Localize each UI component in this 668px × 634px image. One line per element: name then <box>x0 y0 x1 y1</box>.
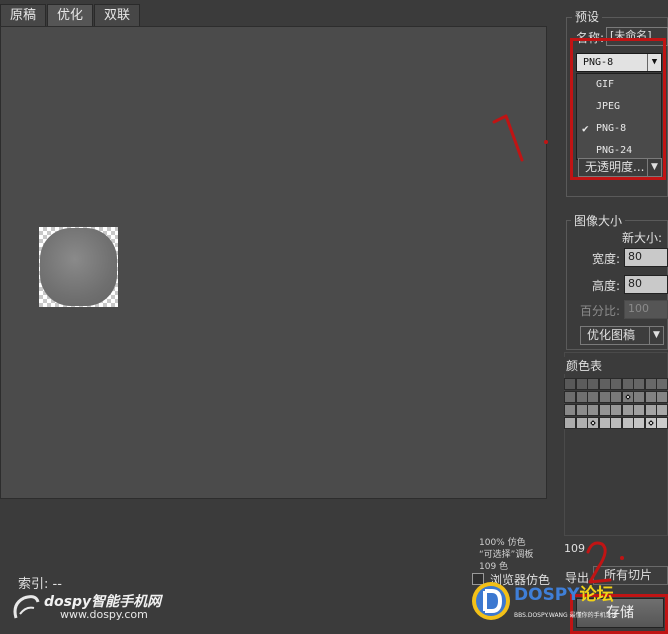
width-label: 宽度: <box>592 252 621 266</box>
optimization-info: 100% 仿色 “可选择”调板 109 色 <box>479 538 533 574</box>
brand-part-b: 论坛 <box>579 585 614 605</box>
color-swatch[interactable] <box>575 417 588 429</box>
color-swatch[interactable] <box>564 391 576 403</box>
color-swatch[interactable] <box>598 378 611 390</box>
quality-value: 优化图稿 <box>587 328 636 342</box>
color-swatch[interactable] <box>587 391 599 403</box>
locked-color-icon <box>624 394 631 400</box>
color-swatch[interactable] <box>587 378 599 390</box>
color-swatch[interactable] <box>564 417 576 429</box>
color-swatch[interactable] <box>575 391 588 403</box>
color-swatch[interactable] <box>587 417 599 429</box>
color-swatch[interactable] <box>575 378 588 390</box>
image-thumbnail <box>39 227 118 307</box>
height-input[interactable]: 80 <box>624 275 668 294</box>
color-swatch[interactable] <box>644 404 657 416</box>
color-swatch[interactable] <box>621 378 634 390</box>
color-swatch[interactable] <box>587 404 599 416</box>
color-swatch[interactable] <box>633 391 645 403</box>
color-swatch[interactable] <box>598 391 611 403</box>
palette-info: “可选择”调板 <box>479 550 534 560</box>
dospy-forum-watermark: DOSPY论坛 BBS.DOSPY.WANG 最懂你的手机论坛 <box>466 576 666 634</box>
brand-part-a: DOSPY <box>514 585 580 605</box>
color-swatch-grid[interactable] <box>564 378 668 444</box>
preset-group-title: 预设 <box>572 8 603 25</box>
color-swatch[interactable] <box>610 378 622 390</box>
color-swatch[interactable] <box>633 404 645 416</box>
dospy-forum-brand: DOSPY论坛 <box>514 580 614 605</box>
new-size-label: 新大小: <box>622 231 663 245</box>
dither-info: 100% 仿色 <box>479 538 526 548</box>
color-swatch[interactable] <box>575 404 588 416</box>
color-swatch[interactable] <box>610 417 622 429</box>
view-tabs: 原稿 优化 双联 <box>0 4 141 26</box>
color-swatch[interactable] <box>621 417 634 429</box>
color-swatch[interactable] <box>610 404 622 416</box>
color-swatch[interactable] <box>610 391 622 403</box>
image-size-title: 图像大小 <box>571 212 626 229</box>
color-swatch[interactable] <box>656 404 668 416</box>
percent-label: 百分比: <box>580 304 621 318</box>
color-swatch[interactable] <box>598 404 611 416</box>
quality-select[interactable]: 优化图稿 ▼ <box>580 326 664 345</box>
color-swatch[interactable] <box>644 417 657 429</box>
dospy-logo-icon <box>13 595 40 619</box>
width-input[interactable]: 80 <box>624 248 668 267</box>
color-swatch[interactable] <box>621 404 634 416</box>
tab-2-up[interactable]: 双联 <box>94 4 141 26</box>
tab-original[interactable]: 原稿 <box>0 4 47 26</box>
color-table-title: 颜色表 <box>563 357 606 374</box>
color-swatch[interactable] <box>564 378 576 390</box>
chevron-down-icon: ▼ <box>649 327 663 344</box>
color-swatch[interactable] <box>633 378 645 390</box>
annotation-arrow-1 <box>492 114 548 162</box>
locked-color-icon <box>590 420 596 426</box>
color-swatch[interactable] <box>656 417 668 429</box>
height-label: 高度: <box>592 279 621 293</box>
color-swatch[interactable] <box>564 404 576 416</box>
annotation-highlight-box <box>570 38 666 180</box>
tab-optimized[interactable]: 优化 <box>47 4 94 26</box>
color-swatch[interactable] <box>656 378 668 390</box>
percent-input: 100 <box>624 300 668 319</box>
color-swatch[interactable] <box>633 417 645 429</box>
dospy-watermark: dospy智能手机网 www.dospy.com <box>10 588 180 628</box>
color-swatch[interactable] <box>644 378 657 390</box>
dospy-forum-url: BBS.DOSPY.WANG 最懂你的手机论坛 <box>514 612 618 619</box>
color-swatch[interactable] <box>598 417 611 429</box>
rounded-square-image <box>40 228 117 306</box>
preview-canvas[interactable]: 100% 仿色 “可选择”调板 109 色 <box>0 26 547 572</box>
color-swatch[interactable] <box>621 391 634 403</box>
color-swatch[interactable] <box>656 391 668 403</box>
dospy-url-text: www.dospy.com <box>60 608 148 621</box>
color-swatch[interactable] <box>644 391 657 403</box>
dospy-d-logo-icon <box>472 582 510 620</box>
locked-color-icon <box>647 420 654 426</box>
